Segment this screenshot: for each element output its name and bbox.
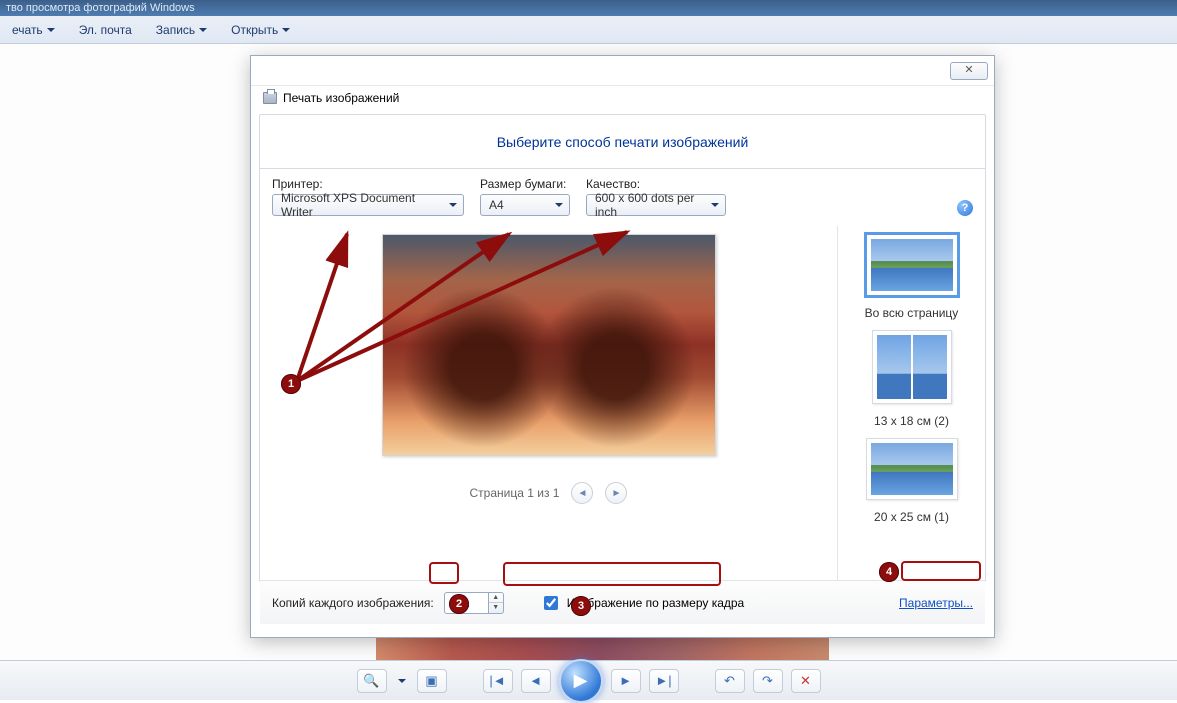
spin-down-icon[interactable]: ▼ <box>489 603 503 613</box>
preview-page <box>382 234 716 456</box>
page-nav: Страница 1 из 1 ◄ ► <box>470 482 628 504</box>
dialog-mid: Страница 1 из 1 ◄ ► Во всю страницу 13 x… <box>260 226 985 580</box>
printer-combo[interactable]: Microsoft XPS Document Writer <box>272 194 464 216</box>
annotation-badge-1: 1 <box>281 374 301 394</box>
layout-full-page[interactable] <box>866 234 958 296</box>
dialog-bottom-bar: Копий каждого изображения: ▲ ▼ Изображен… <box>260 580 985 624</box>
paper-value: A4 <box>489 198 504 212</box>
chevron-down-icon[interactable] <box>395 669 409 693</box>
page-status-text: Страница 1 из 1 <box>470 486 560 500</box>
layout-13x18-label: 13 x 18 см (2) <box>874 414 949 428</box>
paper-size-option: Размер бумаги: A4 <box>480 177 570 216</box>
close-icon: ✕ <box>964 65 973 76</box>
first-button[interactable]: |◄ <box>483 669 513 693</box>
layout-13x18[interactable] <box>872 330 952 404</box>
printer-value: Microsoft XPS Document Writer <box>281 191 443 219</box>
annotation-box-3 <box>503 562 721 586</box>
quality-label: Качество: <box>586 177 726 191</box>
zoom-button[interactable]: 🔍 <box>357 669 387 693</box>
layout-thumb-image <box>871 443 953 495</box>
viewer-controls: 🔍 ▣ |◄ ◄ ▶ ► ►| ↶ ↷ ✕ <box>0 660 1177 700</box>
close-button[interactable]: ✕ <box>950 62 988 80</box>
dialog-title: Печать изображений <box>283 91 399 105</box>
print-preview-pane: Страница 1 из 1 ◄ ► <box>260 226 837 580</box>
chevron-down-icon <box>282 28 290 32</box>
annotation-badge-4: 4 <box>879 562 899 582</box>
paper-label: Размер бумаги: <box>480 177 570 191</box>
dialog-banner: Выберите способ печати изображений <box>260 115 985 169</box>
layout-thumb-image <box>871 239 953 291</box>
dialog-frame: Выберите способ печати изображений Принт… <box>259 114 986 582</box>
menu-email-label: Эл. почта <box>79 23 132 37</box>
rotate-ccw-button[interactable]: ↶ <box>715 669 745 693</box>
layout-20x25[interactable] <box>866 438 958 500</box>
menu-burn[interactable]: Запись <box>150 19 213 41</box>
quality-option: Качество: 600 x 600 dots per inch <box>586 177 726 216</box>
paper-size-combo[interactable]: A4 <box>480 194 570 216</box>
menu-burn-label: Запись <box>156 23 195 37</box>
layout-thumb-image <box>913 335 947 399</box>
chevron-down-icon <box>449 203 457 207</box>
annotation-badge-3: 3 <box>571 596 591 616</box>
annotation-badge-2: 2 <box>449 594 469 614</box>
fit-label: Изображение по размеру кадра <box>567 596 744 610</box>
help-icon[interactable]: ? <box>957 200 973 216</box>
menu-print-label: ечать <box>12 23 43 37</box>
preview-image <box>383 235 715 455</box>
layout-20x25-label: 20 x 25 см (1) <box>874 510 949 524</box>
last-button[interactable]: ►| <box>649 669 679 693</box>
annotation-box-2 <box>429 562 459 584</box>
window-title: тво просмотра фотографий Windows <box>6 2 195 14</box>
prev-page-button[interactable]: ◄ <box>571 482 593 504</box>
menu-bar: ечать Эл. почта Запись Открыть <box>0 16 1177 44</box>
printer-icon <box>263 92 277 104</box>
layout-thumb-image <box>877 335 911 399</box>
printer-option: Принтер: Microsoft XPS Document Writer <box>272 177 464 216</box>
print-options-row: Принтер: Microsoft XPS Document Writer Р… <box>260 169 985 226</box>
annotation-box-4 <box>901 561 981 581</box>
quality-value: 600 x 600 dots per inch <box>595 191 705 219</box>
layout-full-page-label: Во всю страницу <box>865 306 959 320</box>
print-pictures-dialog: ✕ Печать изображений Выберите способ печ… <box>250 55 995 638</box>
chevron-down-icon <box>555 203 563 207</box>
quality-combo[interactable]: 600 x 600 dots per inch <box>586 194 726 216</box>
chevron-down-icon <box>199 28 207 32</box>
fit-screen-button[interactable]: ▣ <box>417 669 447 693</box>
layout-list[interactable]: Во всю страницу 13 x 18 см (2) 20 x 25 с… <box>837 226 985 580</box>
spin-up-icon[interactable]: ▲ <box>489 593 503 604</box>
fit-checkbox-input[interactable] <box>544 596 558 610</box>
chevron-down-icon <box>711 203 719 207</box>
rotate-cw-button[interactable]: ↷ <box>753 669 783 693</box>
menu-open[interactable]: Открыть <box>225 19 296 41</box>
options-link[interactable]: Параметры... <box>899 596 973 610</box>
dialog-titlebar: ✕ <box>251 56 994 86</box>
next-button[interactable]: ► <box>611 669 641 693</box>
menu-open-label: Открыть <box>231 23 278 37</box>
dialog-header: Печать изображений <box>251 86 994 110</box>
copies-label: Копий каждого изображения: <box>272 596 434 610</box>
delete-button[interactable]: ✕ <box>791 669 821 693</box>
copies-spin-buttons[interactable]: ▲ ▼ <box>488 592 504 614</box>
next-page-button[interactable]: ► <box>605 482 627 504</box>
window-title-bar: тво просмотра фотографий Windows <box>0 0 1177 16</box>
prev-button[interactable]: ◄ <box>521 669 551 693</box>
chevron-down-icon <box>47 28 55 32</box>
menu-print[interactable]: ечать <box>6 19 61 41</box>
slideshow-button[interactable]: ▶ <box>559 659 603 703</box>
menu-email[interactable]: Эл. почта <box>73 19 138 41</box>
printer-label: Принтер: <box>272 177 464 191</box>
